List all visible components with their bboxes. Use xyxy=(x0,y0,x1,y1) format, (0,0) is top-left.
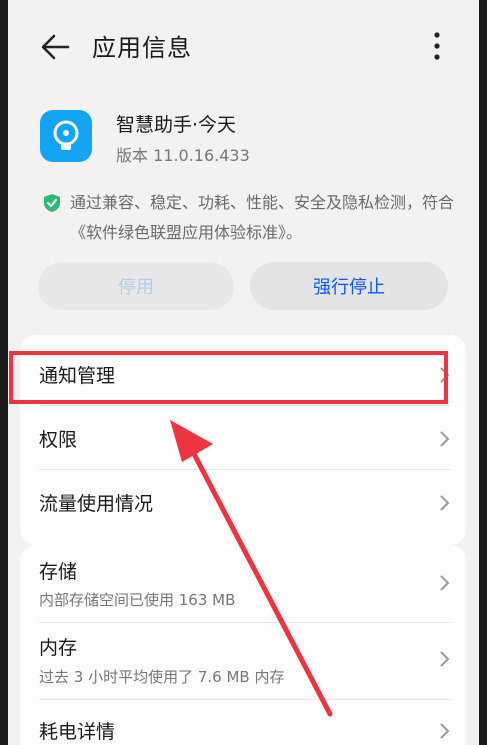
battery-usage-label: 耗电详情 xyxy=(39,721,116,743)
chevron-right-icon xyxy=(440,431,450,447)
settings-card-2: 存储 内部存储空间已使用 163 MB 内存 过去 3 小时平均使用了 7.6 … xyxy=(20,545,466,745)
chevron-right-icon xyxy=(440,575,450,591)
back-arrow-icon[interactable] xyxy=(38,30,72,64)
chevron-right-icon xyxy=(440,651,450,667)
lightbulb-icon xyxy=(53,120,79,150)
storage-label: 存储 xyxy=(39,561,78,583)
page-title: 应用信息 xyxy=(92,34,192,62)
certified-shield-icon xyxy=(44,194,60,212)
disable-button[interactable]: 停用 xyxy=(38,262,234,310)
app-version: 版本 11.0.16.433 xyxy=(116,146,250,165)
chevron-right-icon xyxy=(440,495,450,511)
header: 应用信息 xyxy=(8,0,479,92)
permissions-label: 权限 xyxy=(39,429,78,451)
highlight-box xyxy=(9,351,448,404)
app-icon xyxy=(40,110,92,162)
compatibility-notice: 通过兼容、稳定、功耗、性能、安全及隐私检测，符合《软件绿色联盟应用体验标准》。 xyxy=(70,193,455,242)
more-options-icon[interactable] xyxy=(430,30,444,64)
data-usage-label: 流量使用情况 xyxy=(39,493,154,515)
storage-row[interactable]: 存储 内部存储空间已使用 163 MB xyxy=(20,545,466,623)
app-name: 智慧助手·今天 xyxy=(116,114,237,136)
memory-label: 内存 xyxy=(39,637,78,659)
memory-detail: 过去 3 小时平均使用了 7.6 MB 内存 xyxy=(39,668,285,686)
permissions-row[interactable]: 权限 xyxy=(20,405,466,469)
memory-row[interactable]: 内存 过去 3 小时平均使用了 7.6 MB 内存 xyxy=(20,623,466,699)
battery-usage-row[interactable]: 耗电详情 xyxy=(20,699,466,745)
force-stop-button[interactable]: 强行停止 xyxy=(250,262,448,310)
data-usage-row[interactable]: 流量使用情况 xyxy=(20,469,466,533)
storage-detail: 内部存储空间已使用 163 MB xyxy=(39,591,236,609)
chevron-right-icon xyxy=(440,723,450,739)
